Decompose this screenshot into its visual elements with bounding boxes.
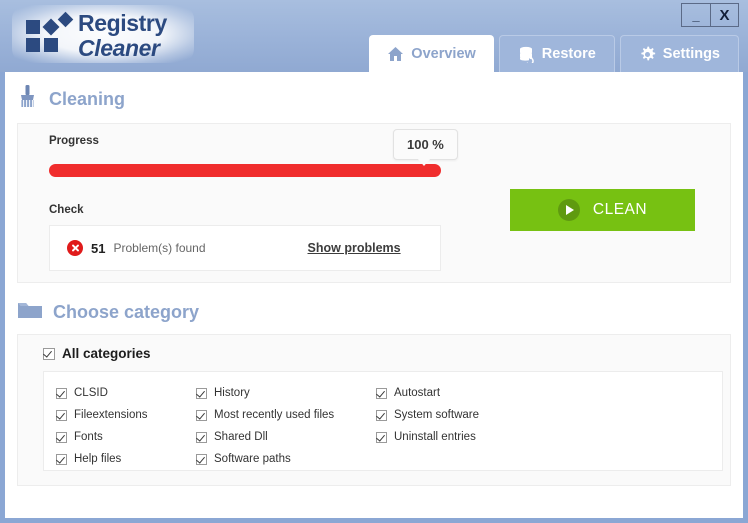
category-checkbox[interactable] [376, 387, 387, 399]
category-label: Most recently used files [214, 409, 335, 421]
app-window: Registry Cleaner _ X Overview Restore Se… [0, 0, 748, 523]
category-label: Fonts [74, 431, 103, 443]
list-item[interactable]: Autostart [376, 382, 556, 404]
category-list: CLSID Fileextensions Fonts Help files Hi… [43, 371, 723, 471]
category-checkbox[interactable] [56, 409, 67, 421]
title-bar: Registry Cleaner _ X Overview Restore Se… [0, 0, 748, 72]
database-restore-icon [518, 46, 535, 63]
category-checkbox[interactable] [196, 387, 207, 399]
list-item[interactable]: Fonts [56, 426, 196, 448]
category-label: System software [394, 409, 479, 421]
tab-overview-label: Overview [411, 45, 476, 62]
category-label: CLSID [74, 387, 108, 399]
tab-restore-label: Restore [541, 46, 596, 62]
category-checkbox[interactable] [376, 431, 387, 443]
all-categories-label: All categories [62, 346, 151, 361]
play-icon [557, 199, 580, 221]
category-column-2: History Most recently used files Shared … [196, 382, 376, 470]
category-title: Choose category [53, 302, 200, 322]
cleaning-panel: Progress 100 % Check 51 Problem(s) found… [17, 123, 731, 283]
gear-icon [639, 46, 656, 63]
brush-icon [17, 85, 39, 114]
list-item[interactable]: Uninstall entries [376, 426, 556, 448]
list-item[interactable]: Most recently used files [196, 404, 376, 426]
folder-icon [17, 300, 43, 325]
list-item[interactable]: Fileextensions [56, 404, 196, 426]
category-label: Autostart [394, 387, 441, 399]
close-button[interactable]: X [710, 3, 739, 27]
list-item[interactable]: History [196, 382, 376, 404]
problem-count: 51 [91, 240, 106, 256]
logo-line-2: Cleaner [78, 35, 160, 61]
logo-line-1: Registry [78, 10, 167, 36]
category-panel: All categories CLSID Fileextensions Font… [17, 334, 731, 486]
progress-label: Progress [49, 135, 99, 147]
problems-row: 51 Problem(s) found Show problems [49, 225, 441, 271]
app-logo: Registry Cleaner [12, 5, 194, 63]
category-column-1: CLSID Fileextensions Fonts Help files [56, 382, 196, 470]
category-label: Software paths [214, 453, 291, 465]
category-checkbox[interactable] [196, 431, 207, 443]
category-checkbox[interactable] [196, 453, 207, 465]
logo-text: Registry Cleaner [78, 12, 167, 60]
all-categories-row[interactable]: All categories [43, 346, 151, 361]
tab-overview[interactable]: Overview [369, 35, 494, 72]
all-categories-checkbox[interactable] [43, 347, 55, 360]
list-item[interactable]: Help files [56, 448, 196, 470]
error-circle-icon [67, 240, 83, 256]
category-label: Fileextensions [74, 409, 148, 421]
logo-mark-icon [26, 11, 74, 54]
category-checkbox[interactable] [196, 409, 207, 421]
minimize-button[interactable]: _ [681, 3, 710, 27]
category-label: Help files [74, 453, 122, 465]
window-controls: _ X [681, 3, 739, 27]
list-item[interactable]: Shared Dll [196, 426, 376, 448]
category-label: Shared Dll [214, 431, 268, 443]
progress-bar [49, 164, 441, 177]
clean-button[interactable]: CLEAN [510, 189, 695, 231]
progress-bar-fill [49, 164, 441, 177]
main-content: Cleaning Progress 100 % Check 51 Problem… [5, 72, 743, 518]
category-column-3: Autostart System software Uninstall entr… [376, 382, 556, 470]
list-item[interactable]: Software paths [196, 448, 376, 470]
home-icon [387, 46, 404, 62]
category-checkbox[interactable] [56, 431, 67, 443]
tab-settings-label: Settings [662, 46, 720, 62]
check-label: Check [49, 204, 84, 216]
list-item[interactable]: System software [376, 404, 556, 426]
list-item[interactable]: CLSID [56, 382, 196, 404]
category-section-header: Choose category [17, 300, 743, 325]
tab-restore[interactable]: Restore [498, 35, 615, 72]
category-checkbox[interactable] [376, 409, 387, 421]
category-checkbox[interactable] [56, 453, 67, 465]
category-label: Uninstall entries [394, 431, 476, 443]
problem-text: Problem(s) found [113, 241, 206, 255]
tab-settings[interactable]: Settings [619, 35, 739, 72]
clean-button-label: CLEAN [592, 201, 648, 218]
show-problems-link[interactable]: Show problems [308, 241, 401, 255]
cleaning-title: Cleaning [49, 89, 126, 109]
cleaning-section-header: Cleaning [17, 85, 743, 114]
category-label: History [214, 387, 250, 399]
progress-percent-badge: 100 % [393, 129, 458, 166]
category-checkbox[interactable] [56, 387, 67, 399]
tab-bar: Overview Restore Settings [369, 35, 739, 72]
